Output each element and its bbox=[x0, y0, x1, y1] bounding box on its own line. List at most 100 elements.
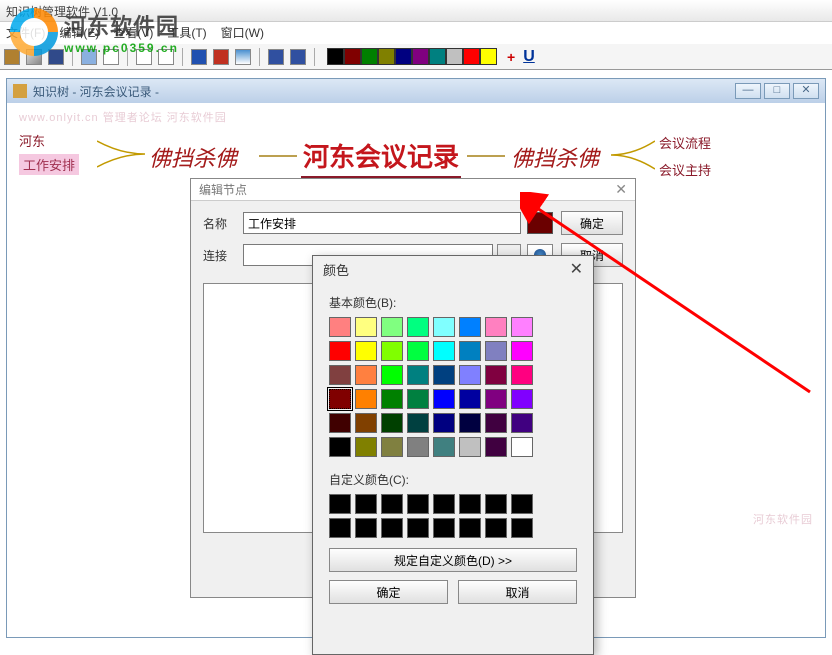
basic-color-cell[interactable] bbox=[355, 437, 377, 457]
underline-icon[interactable]: U bbox=[523, 48, 535, 66]
basic-color-cell[interactable] bbox=[459, 365, 481, 385]
close-icon[interactable]: ✕ bbox=[570, 259, 583, 279]
basic-color-cell[interactable] bbox=[355, 341, 377, 361]
custom-color-cell[interactable] bbox=[329, 518, 351, 538]
custom-color-cell[interactable] bbox=[485, 494, 507, 514]
basic-color-cell[interactable] bbox=[485, 437, 507, 457]
basic-color-cell[interactable] bbox=[329, 317, 351, 337]
basic-color-cell[interactable] bbox=[433, 389, 455, 409]
node-del-icon[interactable] bbox=[213, 49, 229, 65]
basic-color-cell[interactable] bbox=[355, 413, 377, 433]
document-titlebar[interactable]: 知识树 - 河东会议记录 - — □ ✕ bbox=[7, 79, 825, 103]
basic-color-cell[interactable] bbox=[459, 317, 481, 337]
node-mid-left[interactable]: 佛挡杀佛 bbox=[149, 141, 237, 173]
custom-color-cell[interactable] bbox=[355, 494, 377, 514]
minimize-button[interactable]: — bbox=[735, 83, 761, 99]
basic-color-cell[interactable] bbox=[329, 341, 351, 361]
basic-color-cell[interactable] bbox=[511, 413, 533, 433]
basic-color-cell[interactable] bbox=[485, 341, 507, 361]
basic-color-cell[interactable] bbox=[407, 413, 429, 433]
node-tool-icon[interactable] bbox=[235, 49, 251, 65]
basic-color-cell[interactable] bbox=[329, 413, 351, 433]
basic-color-cell[interactable] bbox=[381, 437, 403, 457]
toolbar-color-swatch[interactable] bbox=[344, 48, 361, 65]
basic-color-cell[interactable] bbox=[459, 389, 481, 409]
basic-color-cell[interactable] bbox=[355, 389, 377, 409]
toolbar-color-swatch[interactable] bbox=[429, 48, 446, 65]
node-left-1[interactable]: 河东 bbox=[19, 131, 79, 150]
node-add-icon[interactable] bbox=[191, 49, 207, 65]
basic-color-cell[interactable] bbox=[329, 389, 351, 409]
basic-color-cell[interactable] bbox=[407, 365, 429, 385]
custom-color-cell[interactable] bbox=[511, 518, 533, 538]
toolbar-color-swatch[interactable] bbox=[361, 48, 378, 65]
custom-color-cell[interactable] bbox=[433, 494, 455, 514]
toolbar-color-swatch[interactable] bbox=[412, 48, 429, 65]
color-ok-button[interactable]: 确定 bbox=[329, 580, 448, 604]
node-mid-right[interactable]: 佛挡杀佛 bbox=[511, 141, 599, 173]
basic-color-cell[interactable] bbox=[381, 413, 403, 433]
basic-color-cell[interactable] bbox=[381, 389, 403, 409]
toolbar-color-swatch[interactable] bbox=[463, 48, 480, 65]
name-input[interactable] bbox=[243, 212, 521, 234]
basic-color-cell[interactable] bbox=[485, 365, 507, 385]
basic-color-cell[interactable] bbox=[459, 437, 481, 457]
custom-color-cell[interactable] bbox=[511, 494, 533, 514]
basic-color-cell[interactable] bbox=[407, 437, 429, 457]
maximize-button[interactable]: □ bbox=[764, 83, 790, 99]
toolbar-color-swatch[interactable] bbox=[480, 48, 497, 65]
define-custom-button[interactable]: 规定自定义颜色(D) >> bbox=[329, 548, 577, 572]
color-cancel-button[interactable]: 取消 bbox=[458, 580, 577, 604]
custom-color-cell[interactable] bbox=[433, 518, 455, 538]
basic-color-cell[interactable] bbox=[407, 341, 429, 361]
node-center[interactable]: 河东会议记录 bbox=[301, 137, 461, 178]
toolbar-color-swatch[interactable] bbox=[395, 48, 412, 65]
custom-color-cell[interactable] bbox=[459, 494, 481, 514]
toolbar-color-swatch[interactable] bbox=[446, 48, 463, 65]
ok-button[interactable]: 确定 bbox=[561, 211, 623, 235]
custom-color-cell[interactable] bbox=[485, 518, 507, 538]
custom-color-cell[interactable] bbox=[329, 494, 351, 514]
custom-color-cell[interactable] bbox=[407, 494, 429, 514]
basic-color-cell[interactable] bbox=[407, 389, 429, 409]
toolbar-color-swatch[interactable] bbox=[378, 48, 395, 65]
color-dialog-titlebar[interactable]: 颜色 ✕ bbox=[313, 256, 593, 282]
edit-dialog-titlebar[interactable]: 编辑节点 ✕ bbox=[191, 179, 635, 201]
basic-color-cell[interactable] bbox=[511, 389, 533, 409]
custom-color-cell[interactable] bbox=[381, 518, 403, 538]
basic-color-cell[interactable] bbox=[485, 317, 507, 337]
zoom-in-icon[interactable] bbox=[268, 49, 284, 65]
close-button[interactable]: ✕ bbox=[793, 83, 819, 99]
basic-color-cell[interactable] bbox=[407, 317, 429, 337]
custom-color-cell[interactable] bbox=[459, 518, 481, 538]
node-right-2[interactable]: 会议主持 bbox=[659, 160, 711, 179]
custom-color-cell[interactable] bbox=[355, 518, 377, 538]
color-swatch-button[interactable] bbox=[527, 212, 553, 234]
custom-color-cell[interactable] bbox=[381, 494, 403, 514]
basic-color-cell[interactable] bbox=[433, 365, 455, 385]
basic-color-cell[interactable] bbox=[329, 365, 351, 385]
basic-color-cell[interactable] bbox=[459, 413, 481, 433]
basic-color-cell[interactable] bbox=[511, 341, 533, 361]
basic-color-cell[interactable] bbox=[459, 341, 481, 361]
menu-window[interactable]: 窗口(W) bbox=[221, 24, 264, 42]
plus-icon[interactable]: + bbox=[507, 49, 515, 65]
node-left-2-selected[interactable]: 工作安排 bbox=[19, 154, 79, 175]
basic-color-cell[interactable] bbox=[381, 317, 403, 337]
basic-color-cell[interactable] bbox=[355, 317, 377, 337]
basic-color-cell[interactable] bbox=[433, 437, 455, 457]
basic-color-cell[interactable] bbox=[433, 317, 455, 337]
node-right-1[interactable]: 会议流程 bbox=[659, 133, 711, 152]
custom-color-cell[interactable] bbox=[407, 518, 429, 538]
basic-color-cell[interactable] bbox=[329, 437, 351, 457]
basic-color-cell[interactable] bbox=[433, 341, 455, 361]
basic-color-cell[interactable] bbox=[381, 365, 403, 385]
basic-color-cell[interactable] bbox=[381, 341, 403, 361]
basic-color-cell[interactable] bbox=[511, 365, 533, 385]
basic-color-cell[interactable] bbox=[485, 389, 507, 409]
basic-color-cell[interactable] bbox=[485, 413, 507, 433]
basic-color-cell[interactable] bbox=[511, 317, 533, 337]
basic-color-cell[interactable] bbox=[433, 413, 455, 433]
basic-color-cell[interactable] bbox=[355, 365, 377, 385]
toolbar-color-swatch[interactable] bbox=[327, 48, 344, 65]
